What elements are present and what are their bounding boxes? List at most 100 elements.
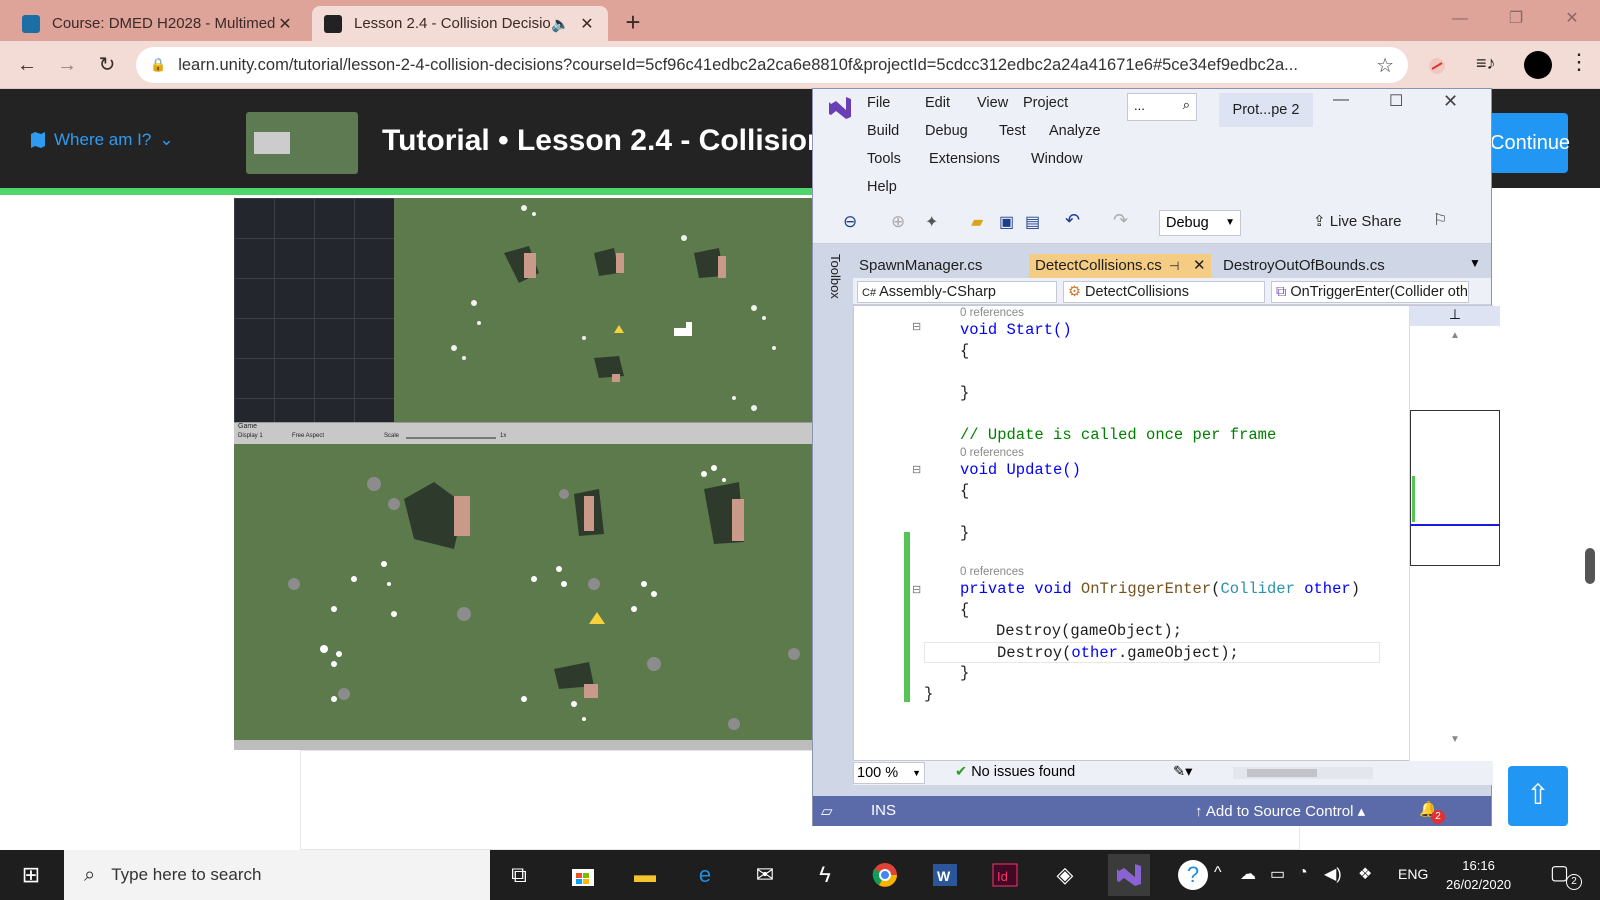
- menu-window[interactable]: Window: [1031, 151, 1083, 167]
- wifi-icon[interactable]: ◔: [1298, 864, 1308, 882]
- tab-destroy-out-of-bounds[interactable]: DestroyOutOfBounds.cs: [1217, 254, 1391, 278]
- vs-search-input[interactable]: ... ⌕: [1127, 93, 1197, 121]
- menu-debug[interactable]: Debug: [925, 123, 968, 139]
- feedback-icon[interactable]: ⚐: [1433, 210, 1447, 230]
- redo-icon[interactable]: ↷: [1113, 210, 1128, 231]
- menu-extensions[interactable]: Extensions: [929, 151, 1000, 167]
- code-minimap[interactable]: ⊥ ▲ ▼: [1409, 306, 1501, 761]
- task-view-icon[interactable]: ⧉: [502, 858, 536, 892]
- edge-icon[interactable]: e: [688, 858, 722, 892]
- vs-close-icon[interactable]: ✕: [1443, 91, 1458, 112]
- type-dropdown[interactable]: ⚙ DetectCollisions: [1063, 281, 1265, 303]
- zoom-dropdown[interactable]: 100 % ▼: [853, 762, 925, 784]
- taskbar-search-box[interactable]: ⌕ Type here to search: [64, 850, 490, 900]
- help-icon[interactable]: ?: [1178, 860, 1208, 890]
- menu-build[interactable]: Build: [867, 123, 899, 139]
- save-all-icon[interactable]: ▤: [1025, 212, 1040, 232]
- page-scrollbar-thumb[interactable]: [1585, 548, 1595, 584]
- speaker-icon[interactable]: 🔈: [551, 15, 570, 33]
- code-cleanup-icon[interactable]: ✎▾: [1173, 764, 1192, 780]
- close-tab-icon[interactable]: ✕: [276, 14, 294, 34]
- menu-tools[interactable]: Tools: [867, 151, 901, 167]
- toolbox-tab[interactable]: Toolbox: [827, 254, 843, 314]
- dropbox-icon[interactable]: ❖: [1358, 864, 1372, 884]
- file-explorer-icon[interactable]: ▬: [628, 858, 662, 892]
- navigate-forward-icon[interactable]: ⊕: [891, 212, 905, 232]
- volume-icon[interactable]: ◀): [1324, 864, 1342, 884]
- system-clock[interactable]: 16:16 26/02/2020: [1446, 856, 1511, 894]
- close-tab-icon[interactable]: ✕: [578, 14, 596, 34]
- show-hidden-icons-chevron-icon[interactable]: ^: [1214, 864, 1222, 882]
- vs-minimize-icon[interactable]: —: [1333, 91, 1349, 109]
- minimap-viewport[interactable]: [1410, 410, 1500, 566]
- menu-file[interactable]: File: [867, 95, 890, 111]
- add-to-source-control-button[interactable]: ↑ Add to Source Control ▴: [1195, 802, 1365, 820]
- issues-label: No issues found: [971, 764, 1076, 780]
- project-dropdown[interactable]: C# Assembly-CSharp: [857, 281, 1057, 303]
- browser-tab-course[interactable]: Course: DMED H2028 - Multimedia ✕: [10, 6, 306, 41]
- indesign-icon[interactable]: Id: [988, 858, 1022, 892]
- code-line: }: [924, 685, 934, 703]
- reload-icon[interactable]: ↻: [92, 51, 122, 79]
- visual-studio-taskbar-icon[interactable]: [1108, 854, 1150, 896]
- address-bar[interactable]: 🔒 learn.unity.com/tutorial/lesson-2-4-co…: [136, 47, 1408, 83]
- scroll-to-top-button[interactable]: ⇧: [1508, 766, 1568, 826]
- avatar[interactable]: [1524, 51, 1552, 79]
- star-icon[interactable]: ☆: [1376, 53, 1394, 78]
- language-indicator[interactable]: ENG: [1398, 866, 1428, 882]
- pin-icon[interactable]: ⊣: [1169, 254, 1179, 278]
- where-am-i-button[interactable]: Where am I? ⌄: [30, 130, 174, 150]
- save-icon[interactable]: ▣: [999, 212, 1014, 232]
- windows-start-icon[interactable]: ⊞: [14, 858, 48, 892]
- back-arrow-icon[interactable]: ←: [12, 51, 42, 79]
- more-menu-icon[interactable]: ⋮: [1568, 49, 1590, 75]
- microsoft-store-icon[interactable]: [566, 858, 600, 892]
- collapse-trigger-icon[interactable]: ⊟: [912, 583, 921, 596]
- collapse-update-icon[interactable]: ⊟: [912, 463, 921, 476]
- tab-detect-collisions[interactable]: DetectCollisions.cs ⊣ ✕: [1029, 254, 1211, 278]
- new-project-icon[interactable]: ✦: [925, 212, 938, 232]
- battery-icon[interactable]: ▭: [1270, 864, 1285, 884]
- browser-tab-lesson[interactable]: Lesson 2.4 - Collision Decisions 🔈 ✕: [312, 6, 608, 41]
- menu-test[interactable]: Test: [999, 123, 1026, 139]
- issues-indicator[interactable]: ✔ No issues found: [955, 764, 1075, 780]
- unity-icon[interactable]: ◈: [1048, 858, 1082, 892]
- collapse-start-icon[interactable]: ⊟: [912, 320, 921, 333]
- media-control-icon[interactable]: ≡♪: [1476, 53, 1496, 74]
- restore-icon[interactable]: ❐: [1496, 4, 1536, 34]
- configuration-value: Debug: [1166, 215, 1209, 231]
- scroll-down-icon[interactable]: ▼: [1450, 734, 1460, 745]
- word-icon[interactable]: W: [928, 858, 962, 892]
- tab-spawn-manager[interactable]: SpawnManager.cs: [853, 254, 988, 278]
- menu-edit[interactable]: Edit: [925, 95, 950, 111]
- close-tab-icon[interactable]: ✕: [1193, 254, 1206, 278]
- horizontal-scrollbar[interactable]: [1233, 767, 1373, 779]
- display-dropdown[interactable]: Display 1: [238, 433, 263, 439]
- minimize-icon[interactable]: —: [1440, 4, 1480, 34]
- menu-project[interactable]: Project: [1023, 95, 1068, 111]
- tab-list-dropdown-icon[interactable]: ▼: [1469, 256, 1481, 270]
- extension-icon[interactable]: [1426, 55, 1448, 77]
- mail-icon[interactable]: ✉: [748, 858, 782, 892]
- menu-analyze[interactable]: Analyze: [1049, 123, 1101, 139]
- member-dropdown[interactable]: ⧉ OnTriggerEnter(Collider other): [1271, 281, 1469, 303]
- scale-slider[interactable]: [406, 437, 496, 439]
- undo-icon[interactable]: ↶: [1065, 210, 1080, 231]
- code-editor[interactable]: ⊟ ⊟ ⊟ 0 references void Start() { } // U…: [853, 305, 1501, 761]
- aspect-dropdown[interactable]: Free Aspect: [292, 433, 324, 439]
- close-window-icon[interactable]: ✕: [1552, 4, 1592, 34]
- onedrive-icon[interactable]: ☁: [1240, 864, 1256, 884]
- split-editor-icon[interactable]: ⊥: [1410, 306, 1500, 326]
- navigate-back-icon[interactable]: ⊖: [843, 212, 857, 232]
- open-folder-icon[interactable]: ▰: [971, 212, 983, 232]
- menu-help[interactable]: Help: [867, 179, 897, 195]
- menu-view[interactable]: View: [977, 95, 1008, 111]
- new-tab-plus-icon[interactable]: +: [618, 8, 648, 38]
- live-share-button[interactable]: ⇪ Live Share: [1313, 212, 1401, 230]
- chrome-icon[interactable]: [868, 858, 902, 892]
- configuration-dropdown[interactable]: Debug ▼: [1159, 210, 1241, 236]
- scroll-up-icon[interactable]: ▲: [1450, 330, 1460, 341]
- lightning-app-icon[interactable]: ϟ: [808, 858, 842, 892]
- vs-maximize-icon[interactable]: ☐: [1389, 91, 1403, 111]
- forward-arrow-icon[interactable]: →: [52, 51, 82, 79]
